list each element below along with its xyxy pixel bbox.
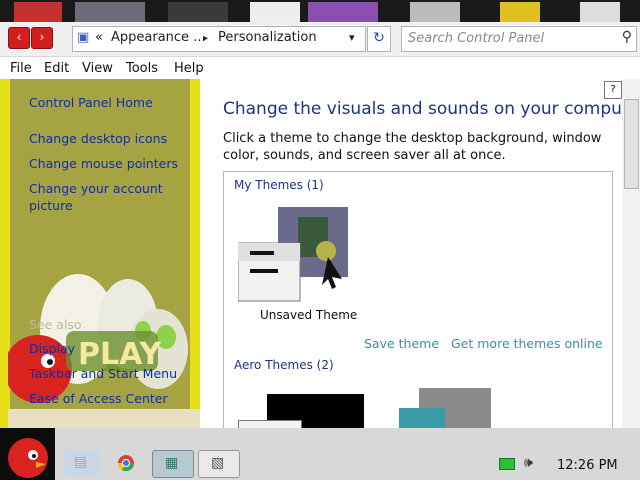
- breadcrumb-appearance[interactable]: Appearance ...: [111, 30, 206, 45]
- clock[interactable]: 12:26 PM: [557, 458, 618, 473]
- change-account-picture-link[interactable]: Change your account picture: [29, 180, 169, 214]
- desktop-icon: [308, 2, 378, 22]
- address-field[interactable]: ▣ « Appearance ... ▸ Personalization ▾: [72, 26, 366, 52]
- main-content: Change the visuals and sounds on your co…: [200, 79, 640, 430]
- desktop-icon: [75, 2, 145, 22]
- refresh-icon: ↻: [373, 30, 385, 46]
- desktop-strip: [0, 0, 640, 22]
- desktop-icon: [14, 2, 62, 22]
- back-button[interactable]: ‹: [8, 27, 30, 49]
- refresh-button[interactable]: ↻: [367, 26, 391, 52]
- control-panel-icon: ▣: [77, 30, 90, 45]
- taskbar: ▤ ▦ ▧ 🕪 12:26 PM: [0, 428, 640, 480]
- menu-help[interactable]: Help: [174, 61, 204, 76]
- angry-bird-start-icon: [8, 438, 48, 478]
- page-description: Click a theme to change the desktop back…: [223, 131, 602, 163]
- forward-button[interactable]: ›: [31, 27, 53, 49]
- taskbar-explorer-button[interactable]: ▤: [64, 450, 100, 476]
- forward-arrow-icon: ›: [39, 30, 45, 44]
- desktop-icon: [580, 2, 620, 22]
- desktop-icon: [410, 2, 460, 22]
- picture-icon: ▧: [211, 455, 225, 471]
- control-panel-icon: ▦: [165, 455, 179, 471]
- network-icon[interactable]: [499, 458, 515, 470]
- aero-theme-window-preview: [399, 408, 445, 429]
- ease-of-access-link[interactable]: Ease of Access Center: [29, 390, 168, 407]
- menu-file[interactable]: File: [10, 61, 32, 76]
- aero-themes-heading: Aero Themes (2): [234, 358, 334, 372]
- get-more-themes-link[interactable]: Get more themes online: [451, 336, 603, 351]
- breadcrumb-personalization[interactable]: Personalization: [218, 30, 317, 45]
- back-arrow-icon: ‹: [16, 30, 22, 44]
- left-task-pane: PLAY Control Panel Home Change desktop i…: [0, 79, 200, 428]
- desktop-icon: [500, 2, 540, 22]
- taskbar-photos-button[interactable]: ▧: [198, 450, 240, 478]
- menu-bar: File Edit View Tools Help: [0, 57, 640, 79]
- control-panel-home-link[interactable]: Control Panel Home: [29, 94, 153, 111]
- breadcrumb-overflow[interactable]: «: [95, 30, 103, 45]
- vertical-scrollbar[interactable]: [622, 79, 640, 428]
- breadcrumb-separator-icon: ▸: [203, 33, 209, 44]
- taskbar-start-menu-link[interactable]: Taskbar and Start Menu: [29, 365, 177, 382]
- taskbar-control-panel-button[interactable]: ▦: [152, 450, 194, 478]
- desktop-icon: [168, 2, 228, 22]
- my-themes-heading: My Themes (1): [234, 178, 324, 192]
- change-desktop-icons-link[interactable]: Change desktop icons: [29, 130, 167, 147]
- menu-tools[interactable]: Tools: [126, 61, 158, 76]
- menu-edit[interactable]: Edit: [44, 61, 69, 76]
- start-button[interactable]: [0, 428, 55, 480]
- scrollbar-thumb[interactable]: [624, 99, 639, 189]
- save-theme-link[interactable]: Save theme: [364, 336, 439, 351]
- themes-list: My Themes (1) Unsaved Theme Save theme G…: [223, 171, 613, 430]
- search-box[interactable]: ⚲: [401, 26, 637, 52]
- display-link[interactable]: Display: [29, 340, 75, 357]
- search-input[interactable]: [406, 30, 615, 47]
- taskbar-chrome-button[interactable]: [108, 450, 144, 476]
- page-title: Change the visuals and sounds on your co…: [223, 99, 640, 119]
- folder-icon: ▤: [74, 454, 88, 470]
- menu-view[interactable]: View: [82, 61, 113, 76]
- address-bar: ‹ › ▣ « Appearance ... ▸ Personalization…: [0, 22, 640, 57]
- chrome-icon: [117, 455, 135, 472]
- change-mouse-pointers-link[interactable]: Change mouse pointers: [29, 155, 178, 172]
- search-icon[interactable]: ⚲: [622, 29, 632, 45]
- desktop-icon: [250, 2, 300, 22]
- address-dropdown-icon[interactable]: ▾: [349, 31, 355, 44]
- unsaved-theme-thumbnail[interactable]: [238, 207, 348, 302]
- volume-icon[interactable]: 🕪: [524, 455, 533, 471]
- unsaved-theme-label[interactable]: Unsaved Theme: [260, 308, 357, 322]
- see-also-heading: See also: [29, 317, 82, 332]
- help-icon[interactable]: ?: [604, 81, 622, 99]
